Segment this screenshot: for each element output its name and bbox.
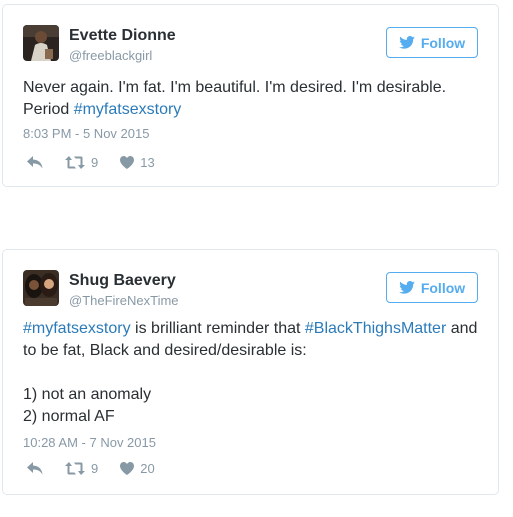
display-name[interactable]: Shug Baevery [69,272,176,290]
hashtag-link[interactable]: #myfatsexstory [74,101,182,118]
retweet-icon [65,156,85,169]
tweet-card: Shug Baevery @TheFireNexTime Follow #myf… [2,249,499,495]
tweet-timestamp[interactable]: 8:03 PM - 5 Nov 2015 [23,126,149,141]
reply-icon [27,156,43,169]
like-count: 20 [140,461,155,476]
reply-button[interactable] [27,462,43,475]
reply-icon [27,462,43,475]
tweet-actions: 9 13 [27,155,177,170]
tweet-text: Never again. I'm fat. I'm beautiful. I'm… [23,77,478,121]
like-count: 13 [140,155,155,170]
display-name[interactable]: Evette Dionne [69,27,176,45]
follow-button[interactable]: Follow [386,27,478,58]
retweet-button[interactable]: 9 [65,461,98,476]
like-button[interactable]: 13 [120,155,155,170]
retweet-button[interactable]: 9 [65,155,98,170]
avatar[interactable] [23,270,59,306]
tweet-card: Evette Dionne @freeblackgirl Follow Neve… [2,4,499,187]
retweet-icon [65,462,85,475]
heart-icon [120,156,135,169]
twitter-bird-icon [399,36,415,49]
twitter-bird-icon [399,281,415,294]
follow-label: Follow [420,34,466,51]
tweet-timestamp[interactable]: 10:28 AM - 7 Nov 2015 [23,435,156,450]
user-handle[interactable]: @freeblackgirl [69,48,152,63]
retweet-count: 9 [91,155,99,170]
hashtag-link[interactable]: #myfatsexstory [23,320,131,337]
follow-button[interactable]: Follow [386,272,478,303]
avatar[interactable] [23,25,59,61]
user-handle[interactable]: @TheFireNexTime [69,293,179,308]
follow-label: Follow [420,279,466,296]
hashtag-link[interactable]: #BlackThighsMatter [305,320,446,337]
reply-button[interactable] [27,156,43,169]
tweet-text: #myfatsexstory is brilliant reminder tha… [23,318,478,428]
tweet-actions: 9 20 [27,461,177,476]
retweet-count: 9 [91,461,99,476]
heart-icon [120,462,135,475]
like-button[interactable]: 20 [120,461,155,476]
tweet-text-part: is brilliant reminder that [130,320,305,337]
